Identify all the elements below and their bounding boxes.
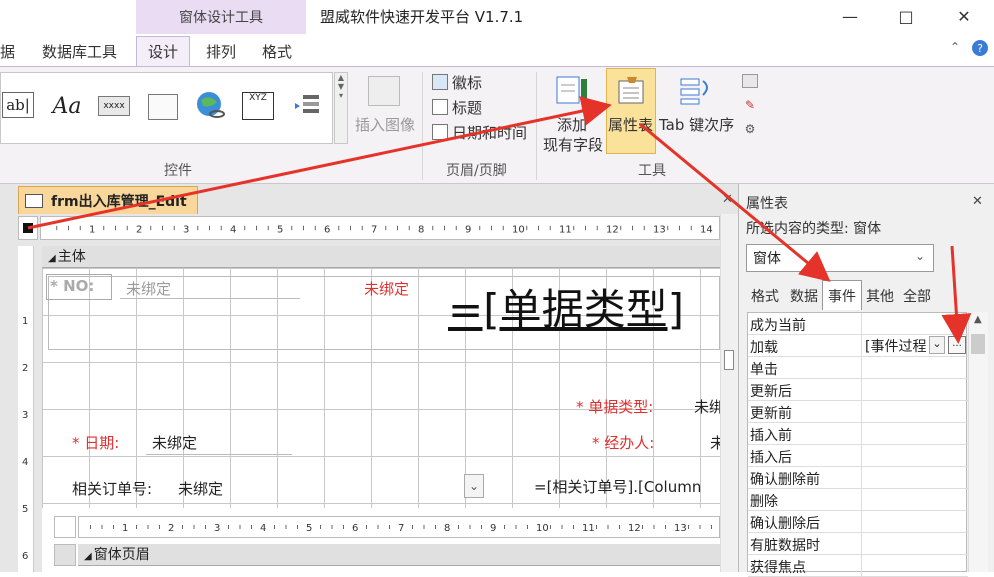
arrow-to-build-button [941,245,972,344]
arrow-selector-to-property [27,96,612,230]
annotation-arrows [27,96,972,344]
arrow-property-to-event-tab [639,122,831,282]
